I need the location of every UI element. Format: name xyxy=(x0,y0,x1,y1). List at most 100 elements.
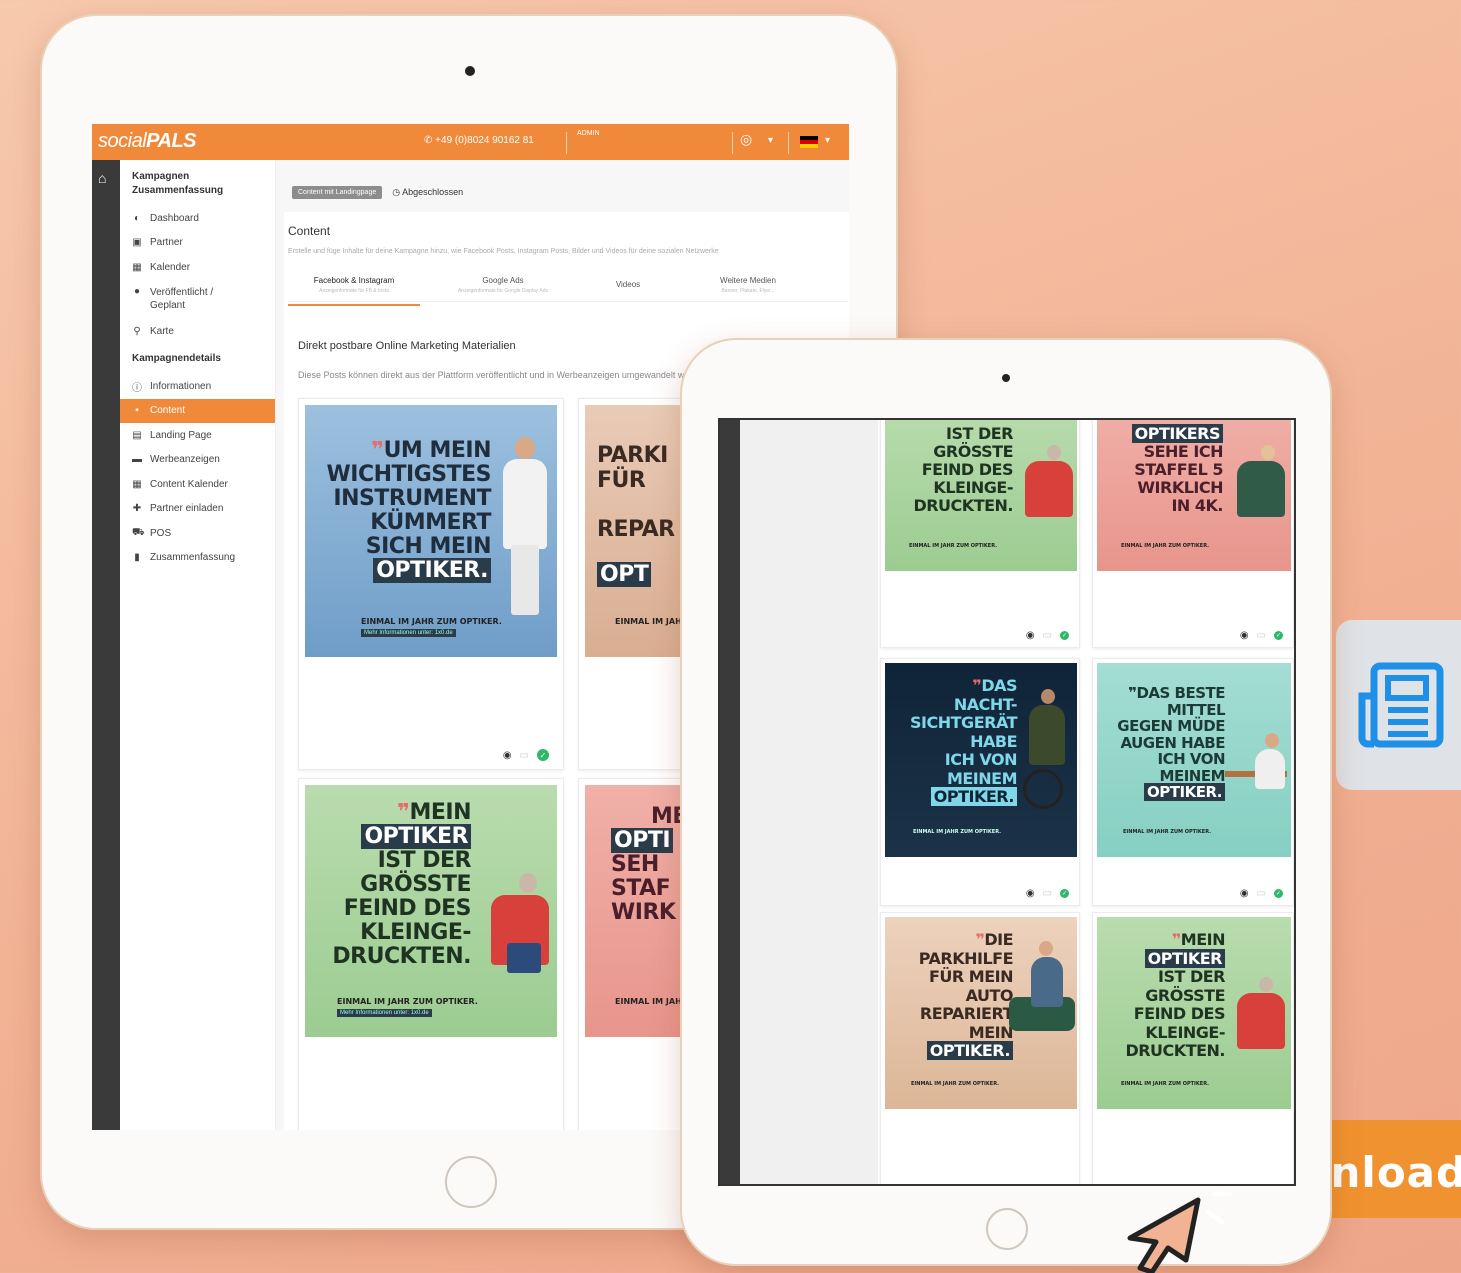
comment-icon[interactable]: ▭ xyxy=(1257,630,1266,641)
person-illustration xyxy=(1225,733,1287,813)
content-card[interactable]: ❞DAS NACHT- SICHTGERÄT HABE ICH VON MEINEM OPT… xyxy=(880,658,1080,906)
sidebar-item-partner-einladen[interactable]: ✚ Partner einladen xyxy=(120,497,275,522)
ad-poster-image[interactable]: ❞DAS NACHT- SICHTGERÄT HABE ICH VON MEINEM OPT… xyxy=(885,663,1077,857)
status-label: ◷ Abgeschlossen xyxy=(392,187,464,197)
campaign-type-badge: Content mit Landingpage xyxy=(292,186,383,199)
home-button xyxy=(986,1208,1028,1250)
comment-icon[interactable]: ▭ xyxy=(520,750,529,761)
tablet-screen: IST DER GRÖSSTE FEIND DES KLEINGE- DRUCKTEN.… xyxy=(718,418,1296,1186)
approved-check-icon[interactable]: ✓ xyxy=(1274,631,1283,640)
camera-dot xyxy=(465,66,475,76)
chevron-down-icon[interactable]: ▾ xyxy=(768,135,773,146)
sidebar-item-content-kalender[interactable]: ▦ Content Kalender xyxy=(120,472,275,497)
person-illustration xyxy=(1237,445,1287,525)
poster-headline: PARKI FÜR REPAR OPT xyxy=(597,443,675,587)
eye-icon[interactable]: ◉ xyxy=(1240,630,1249,641)
partner-icon: ▣ xyxy=(132,237,142,249)
poster-fineprint: Mehr Informationen unter: 1x0.de xyxy=(361,629,456,637)
approved-check-icon[interactable]: ✓ xyxy=(1060,889,1069,898)
poster-headline: ❞DIE PARKHILFE FÜR MEIN AUTO REPARIERT MEIN OP… xyxy=(918,930,1014,1060)
info-icon: ⓘ xyxy=(132,382,142,394)
person-illustration xyxy=(1009,941,1075,1071)
app-logo[interactable]: socialPALS xyxy=(98,130,196,153)
news-side-tab[interactable] xyxy=(1336,620,1461,790)
poster-headline: ME OPTI SEH STAF WIRK xyxy=(611,804,687,925)
ad-poster-image[interactable]: ❞MEIN OPTIKER IST DER GRÖSSTE FEIND DES KLEIN… xyxy=(1097,917,1291,1109)
tab-videos[interactable]: Videos xyxy=(598,276,658,289)
content-card[interactable]: ❞DIE PARKHILFE FÜR MEIN AUTO REPARIERT MEIN OP… xyxy=(880,912,1080,1184)
ad-poster-image[interactable]: ❞MEIN OPTIKER IST DER GRÖSSTE FEIND DES … xyxy=(305,785,557,1037)
approved-check-icon[interactable]: ✓ xyxy=(537,749,549,761)
sidebar-item-partner[interactable]: ▣ Partner xyxy=(120,231,275,256)
poster-tagline: EINMAL IM JAHR ZUM OPTIKER. xyxy=(337,997,478,1006)
poster-headline: IST DER GRÖSSTE FEIND DES KLEINGE- DRUCKTEN. xyxy=(913,424,1013,515)
person-illustration xyxy=(1025,445,1075,525)
tab-weitere-medien[interactable]: Weitere Medien Banner, Plakate, Flyer... xyxy=(698,276,798,294)
eye-icon[interactable]: ◉ xyxy=(1026,630,1035,641)
card-actions: ◉ ▭ ✓ xyxy=(1240,888,1283,899)
content-icon: ▪ xyxy=(135,405,139,417)
tab-google-ads[interactable]: Google Ads Anzeigenformate für Google Dis… xyxy=(438,276,568,294)
ad-poster-image[interactable]: ❞UM MEIN WICHTIGSTES INSTRUMENT KÜMMERT … xyxy=(305,405,557,657)
content-tabs: Facebook & Instagram Anzeigenformate für … xyxy=(288,276,848,306)
poster-headline: OPTIKERS SEHE ICH STAFFEL 5 WIRKLICH IN 4K. xyxy=(1131,424,1224,515)
user-menu-icon[interactable]: ◎ xyxy=(740,131,752,148)
comment-icon[interactable]: ▭ xyxy=(1257,888,1266,899)
approved-check-icon[interactable]: ✓ xyxy=(1274,889,1283,898)
content-card[interactable]: ❞MEIN OPTIKER IST DER GRÖSSTE FEIND DES KLEIN… xyxy=(1092,912,1294,1184)
poster-tagline: EINMAL IM JAHR ZUM OPTIKER. xyxy=(913,829,1002,835)
person-illustration xyxy=(1237,977,1287,1057)
approved-check-icon[interactable]: ✓ xyxy=(1060,631,1069,640)
sidebar-item-werbeanzeigen[interactable]: ▬ Werbeanzeigen xyxy=(120,448,275,473)
sidebar-item-karte[interactable]: ⚲ Karte xyxy=(120,320,275,345)
eye-icon[interactable]: ◉ xyxy=(503,750,512,761)
eye-icon[interactable]: ◉ xyxy=(1240,888,1249,899)
dashboard-icon: ◐ xyxy=(133,212,141,224)
map-pin-icon: ⚲ xyxy=(133,326,141,338)
language-flag-icon[interactable] xyxy=(800,136,818,148)
sidebar-item-informationen[interactable]: ⓘ Informationen xyxy=(120,374,275,399)
breadcrumb: Content mit Landingpage ◷ Abgeschlossen xyxy=(292,186,463,199)
person-illustration xyxy=(1023,689,1073,819)
click-cursor-icon xyxy=(1127,1151,1233,1273)
sidebar-item-content[interactable]: ▪ Content xyxy=(120,398,275,423)
home-icon[interactable]: ⌂ xyxy=(98,170,106,186)
card-actions: ◉ ▭ ✓ xyxy=(503,749,549,761)
calendar-icon: ▦ xyxy=(132,478,142,490)
phone-icon: ✆ xyxy=(424,135,436,146)
content-card[interactable]: IST DER GRÖSSTE FEIND DES KLEINGE- DRUCKTEN.… xyxy=(880,420,1080,648)
invite-icon: ✚ xyxy=(132,503,142,515)
sidebar-item-landing-page[interactable]: ▤ Landing Page xyxy=(120,423,275,448)
content-card[interactable]: ❞UM MEIN WICHTIGSTES INSTRUMENT KÜMMERT … xyxy=(298,398,564,770)
sidebar-item-pos[interactable]: ⛟ POS xyxy=(120,521,275,546)
poster-tagline: EINMAL IM JAHR ZUM OPTIKER. xyxy=(361,617,502,626)
sidebar-item-kalender[interactable]: ▦ Kalender xyxy=(120,255,275,280)
ad-poster-image[interactable]: ❞DIE PARKHILFE FÜR MEIN AUTO REPARIERT MEIN OP… xyxy=(885,917,1077,1109)
published-icon: ● xyxy=(133,285,141,297)
landing-page-icon: ▤ xyxy=(132,429,142,441)
tab-facebook-instagram[interactable]: Facebook & Instagram Anzeigenformate für … xyxy=(288,276,420,306)
card-actions: ◉ ▭ ✓ xyxy=(1026,888,1069,899)
ad-poster-image[interactable]: ❞DAS BESTE MITTEL GEGEN MÜDE AUGEN HABE ICH … xyxy=(1097,663,1291,857)
top-bar: socialPALS ✆ +49 (0)8024 90162 81 ADMIN … xyxy=(92,124,849,160)
section-subtitle: Diese Posts können direkt aus der Plattf… xyxy=(298,370,708,380)
camera-dot xyxy=(1002,374,1010,382)
content-card[interactable]: ❞DAS BESTE MITTEL GEGEN MÜDE AUGEN HABE ICH … xyxy=(1092,658,1294,906)
sidebar-item-dashboard[interactable]: ◐ Dashboard xyxy=(120,206,275,231)
section-title: Direkt postbare Online Marketing Materia… xyxy=(298,340,516,352)
comment-icon[interactable]: ▭ xyxy=(1043,888,1052,899)
content-card[interactable]: ❞MEIN OPTIKER IST DER GRÖSSTE FEIND DES … xyxy=(298,778,564,1130)
eye-icon[interactable]: ◉ xyxy=(1026,888,1035,899)
poster-tagline: EINMAL IM JAHR ZUM OPTIKER. xyxy=(909,543,998,549)
sidebar-item-zusammenfassung[interactable]: ▮ Zusammenfassung xyxy=(120,546,275,571)
content-card[interactable]: OPTIKERS SEHE ICH STAFFEL 5 WIRKLICH IN 4K. … xyxy=(1092,420,1294,648)
poster-tagline: EINMAL IM JAHR ZUM OPTIKER. xyxy=(1123,829,1212,835)
comment-icon[interactable]: ▭ xyxy=(1043,630,1052,641)
chevron-down-icon[interactable]: ▾ xyxy=(825,135,830,146)
ad-poster-image[interactable]: OPTIKERS SEHE ICH STAFFEL 5 WIRKLICH IN 4K. … xyxy=(1097,420,1291,571)
ad-poster-image[interactable]: IST DER GRÖSSTE FEIND DES KLEINGE- DRUCKTEN.… xyxy=(885,420,1077,571)
sidebar-heading-summary: Kampagnen Zusammenfassung xyxy=(132,171,224,196)
person-illustration xyxy=(491,873,551,983)
sidebar-item-published[interactable]: ● Veröffentlicht / Geplant xyxy=(120,280,275,320)
phone-number[interactable]: ✆ +49 (0)8024 90162 81 xyxy=(424,135,534,146)
